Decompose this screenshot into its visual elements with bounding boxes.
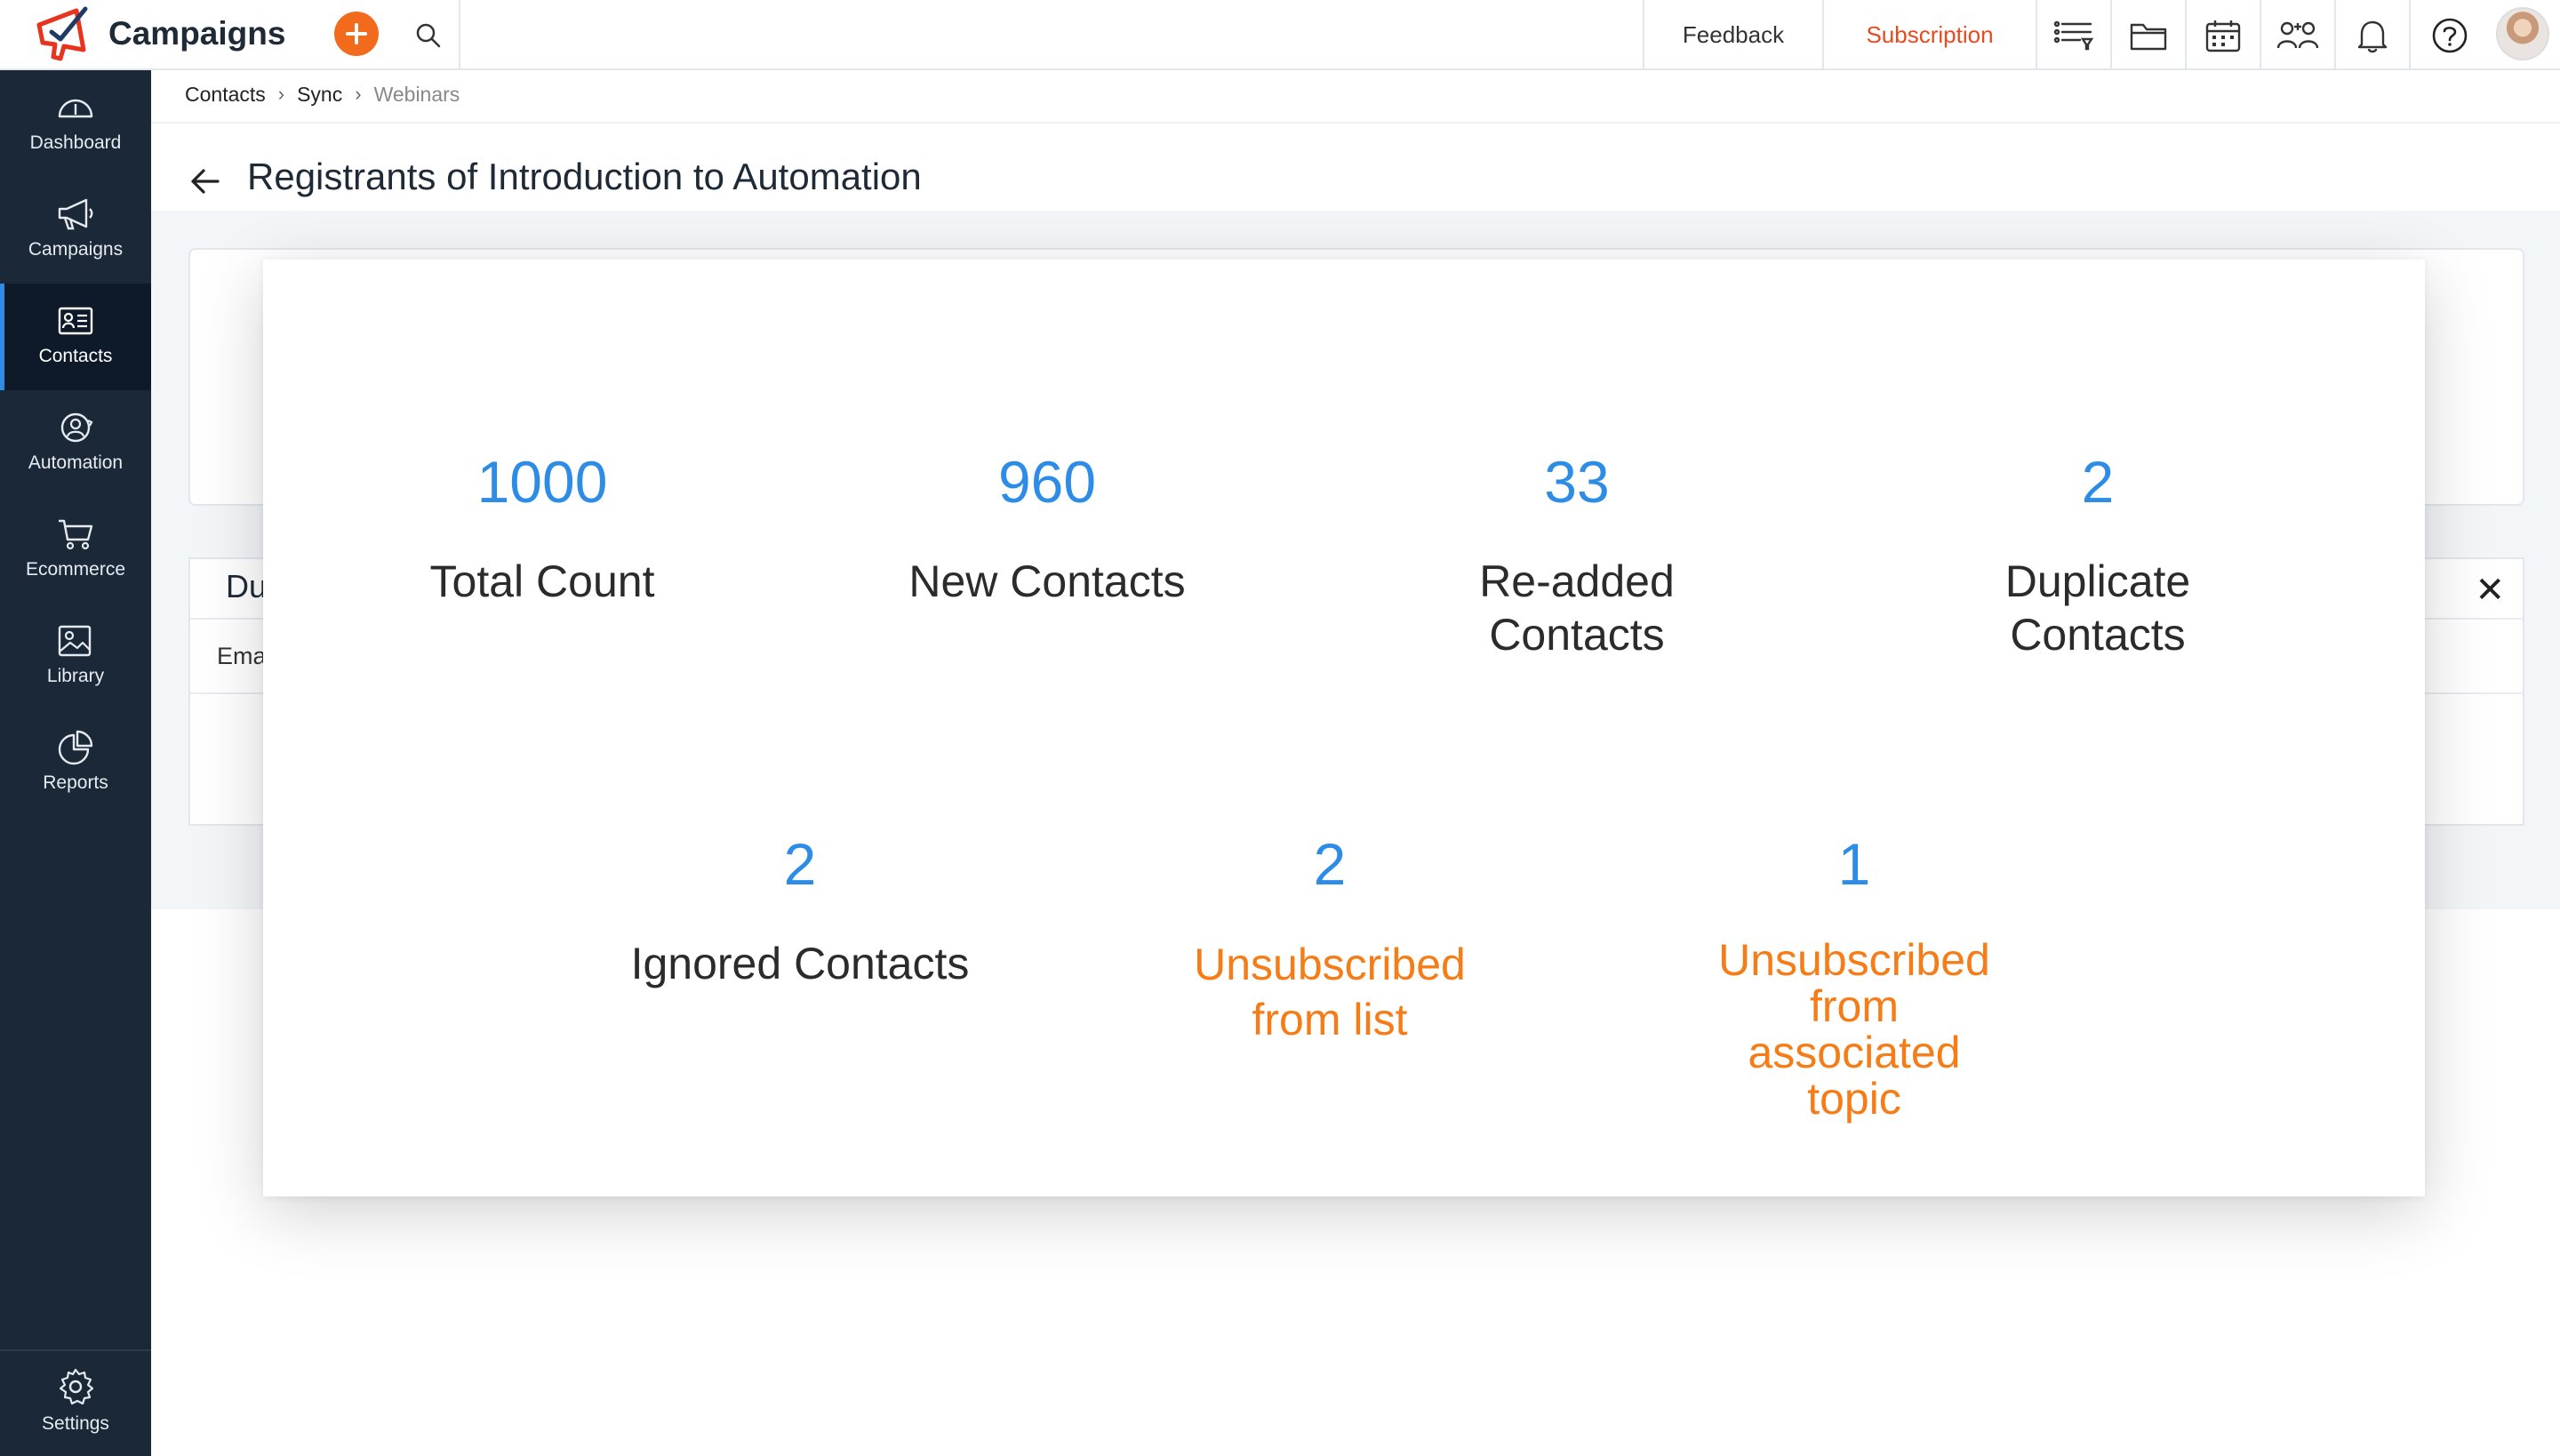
stat-label: Duplicate Contacts bbox=[2004, 556, 2191, 660]
megaphone-icon bbox=[58, 198, 93, 230]
pie-chart-icon bbox=[58, 730, 93, 765]
folder-icon bbox=[2130, 23, 2167, 50]
sidebar-item-library[interactable]: Library bbox=[0, 604, 151, 710]
stat-ignored-contacts: 2 Ignored Contacts bbox=[569, 828, 1031, 990]
stat-label: Unsubscribed from list bbox=[1194, 940, 1466, 1044]
breadcrumb-webinars: Webinars bbox=[373, 82, 460, 106]
sidebar-item-label: Settings bbox=[42, 1413, 109, 1434]
chevron-right-icon: › bbox=[355, 83, 362, 105]
stat-value: 2 bbox=[1313, 831, 1347, 897]
stat-value: 1000 bbox=[476, 449, 608, 515]
breadcrumb: Contacts › Sync › Webinars bbox=[185, 81, 460, 108]
user-avatar[interactable] bbox=[2496, 7, 2549, 60]
sidebar-item-label: Automation bbox=[28, 452, 124, 473]
stat-label: Re-added Contacts bbox=[1479, 556, 1675, 660]
sidebar-item-label: Ecommerce bbox=[25, 559, 126, 580]
bell-icon bbox=[2357, 20, 2388, 52]
contact-card-icon bbox=[58, 307, 93, 335]
lists-button[interactable] bbox=[2037, 0, 2112, 70]
help-button[interactable] bbox=[2411, 0, 2489, 70]
users-icon bbox=[2276, 21, 2319, 48]
sidebar-item-settings[interactable]: Settings bbox=[0, 1349, 151, 1456]
campaigns-logo-icon[interactable] bbox=[34, 5, 92, 64]
folder-button[interactable] bbox=[2112, 0, 2187, 70]
stat-unsubscribed-list: 2 Unsubscribed from list bbox=[1099, 828, 1561, 1047]
sidebar-item-label: Library bbox=[46, 666, 105, 686]
users-button[interactable] bbox=[2261, 0, 2336, 70]
chevron-right-icon: › bbox=[277, 83, 285, 105]
sidebar-item-automation[interactable]: Automation bbox=[0, 390, 151, 497]
feedback-link[interactable]: Feedback bbox=[1643, 0, 1824, 70]
stat-new-contacts: 960 New Contacts bbox=[816, 446, 1278, 608]
close-icon[interactable]: ✕ bbox=[2475, 570, 2505, 611]
notifications-button[interactable] bbox=[2336, 0, 2411, 70]
gauge-icon bbox=[58, 99, 93, 118]
stat-label: Total Count bbox=[429, 556, 655, 606]
list-filter-icon bbox=[2053, 20, 2094, 50]
sidebar-item-label: Campaigns bbox=[28, 239, 124, 260]
stat-label: Ignored Contacts bbox=[630, 939, 970, 988]
breadcrumb-sync[interactable]: Sync bbox=[297, 83, 342, 107]
stat-value: 1 bbox=[1837, 831, 1871, 897]
stat-readded-contacts: 33 Re-added Contacts bbox=[1346, 446, 1808, 661]
stat-value: 2 bbox=[2081, 449, 2115, 515]
sidebar-item-label: Dashboard bbox=[29, 132, 122, 153]
sidebar-item-ecommerce[interactable]: Ecommerce bbox=[0, 497, 151, 604]
subscription-link[interactable]: Subscription bbox=[1824, 0, 2037, 70]
stat-unsubscribed-topic: 1 Unsubscribed from associated topic bbox=[1623, 828, 2085, 1122]
sidebar-item-campaigns[interactable]: Campaigns bbox=[0, 177, 151, 284]
back-arrow-icon[interactable] bbox=[190, 168, 220, 195]
sidebar-item-reports[interactable]: Reports bbox=[0, 710, 151, 817]
help-icon bbox=[2432, 18, 2468, 52]
app-title[interactable]: Campaigns bbox=[108, 0, 285, 70]
page-title: Registrants of Introduction to Automatio… bbox=[247, 156, 922, 197]
gear-icon bbox=[59, 1368, 94, 1405]
top-bar: Campaigns Feedback Subscription bbox=[0, 0, 2560, 70]
stat-value: 33 bbox=[1544, 449, 1610, 515]
create-button[interactable] bbox=[334, 12, 379, 56]
stat-label: Unsubscribed from associated topic bbox=[1718, 935, 1990, 1124]
image-icon bbox=[58, 625, 92, 657]
calendar-icon bbox=[2205, 20, 2241, 52]
column-email: Ema bbox=[217, 643, 267, 669]
sync-summary-modal: 1000 Total Count 960 New Contacts 33 Re-… bbox=[263, 260, 2425, 1196]
breadcrumb-contacts[interactable]: Contacts bbox=[185, 83, 266, 107]
stat-value: 960 bbox=[997, 449, 1097, 515]
sidebar-item-contacts[interactable]: Contacts bbox=[0, 284, 151, 390]
calendar-button[interactable] bbox=[2187, 0, 2261, 70]
search-icon bbox=[416, 23, 441, 47]
sidebar-item-label: Reports bbox=[43, 772, 108, 793]
cart-icon bbox=[59, 519, 93, 550]
automation-icon bbox=[60, 412, 93, 443]
stat-label: New Contacts bbox=[908, 556, 1186, 606]
stat-value: 2 bbox=[783, 831, 817, 897]
sidebar-item-label: Contacts bbox=[38, 346, 113, 366]
sidebar: Dashboard Campaigns Contacts Automation … bbox=[0, 70, 151, 1456]
sidebar-item-dashboard[interactable]: Dashboard bbox=[0, 70, 151, 177]
stat-total-count: 1000 Total Count bbox=[311, 446, 773, 608]
search-button[interactable] bbox=[398, 0, 460, 70]
stat-duplicate-contacts: 2 Duplicate Contacts bbox=[1867, 446, 2329, 661]
